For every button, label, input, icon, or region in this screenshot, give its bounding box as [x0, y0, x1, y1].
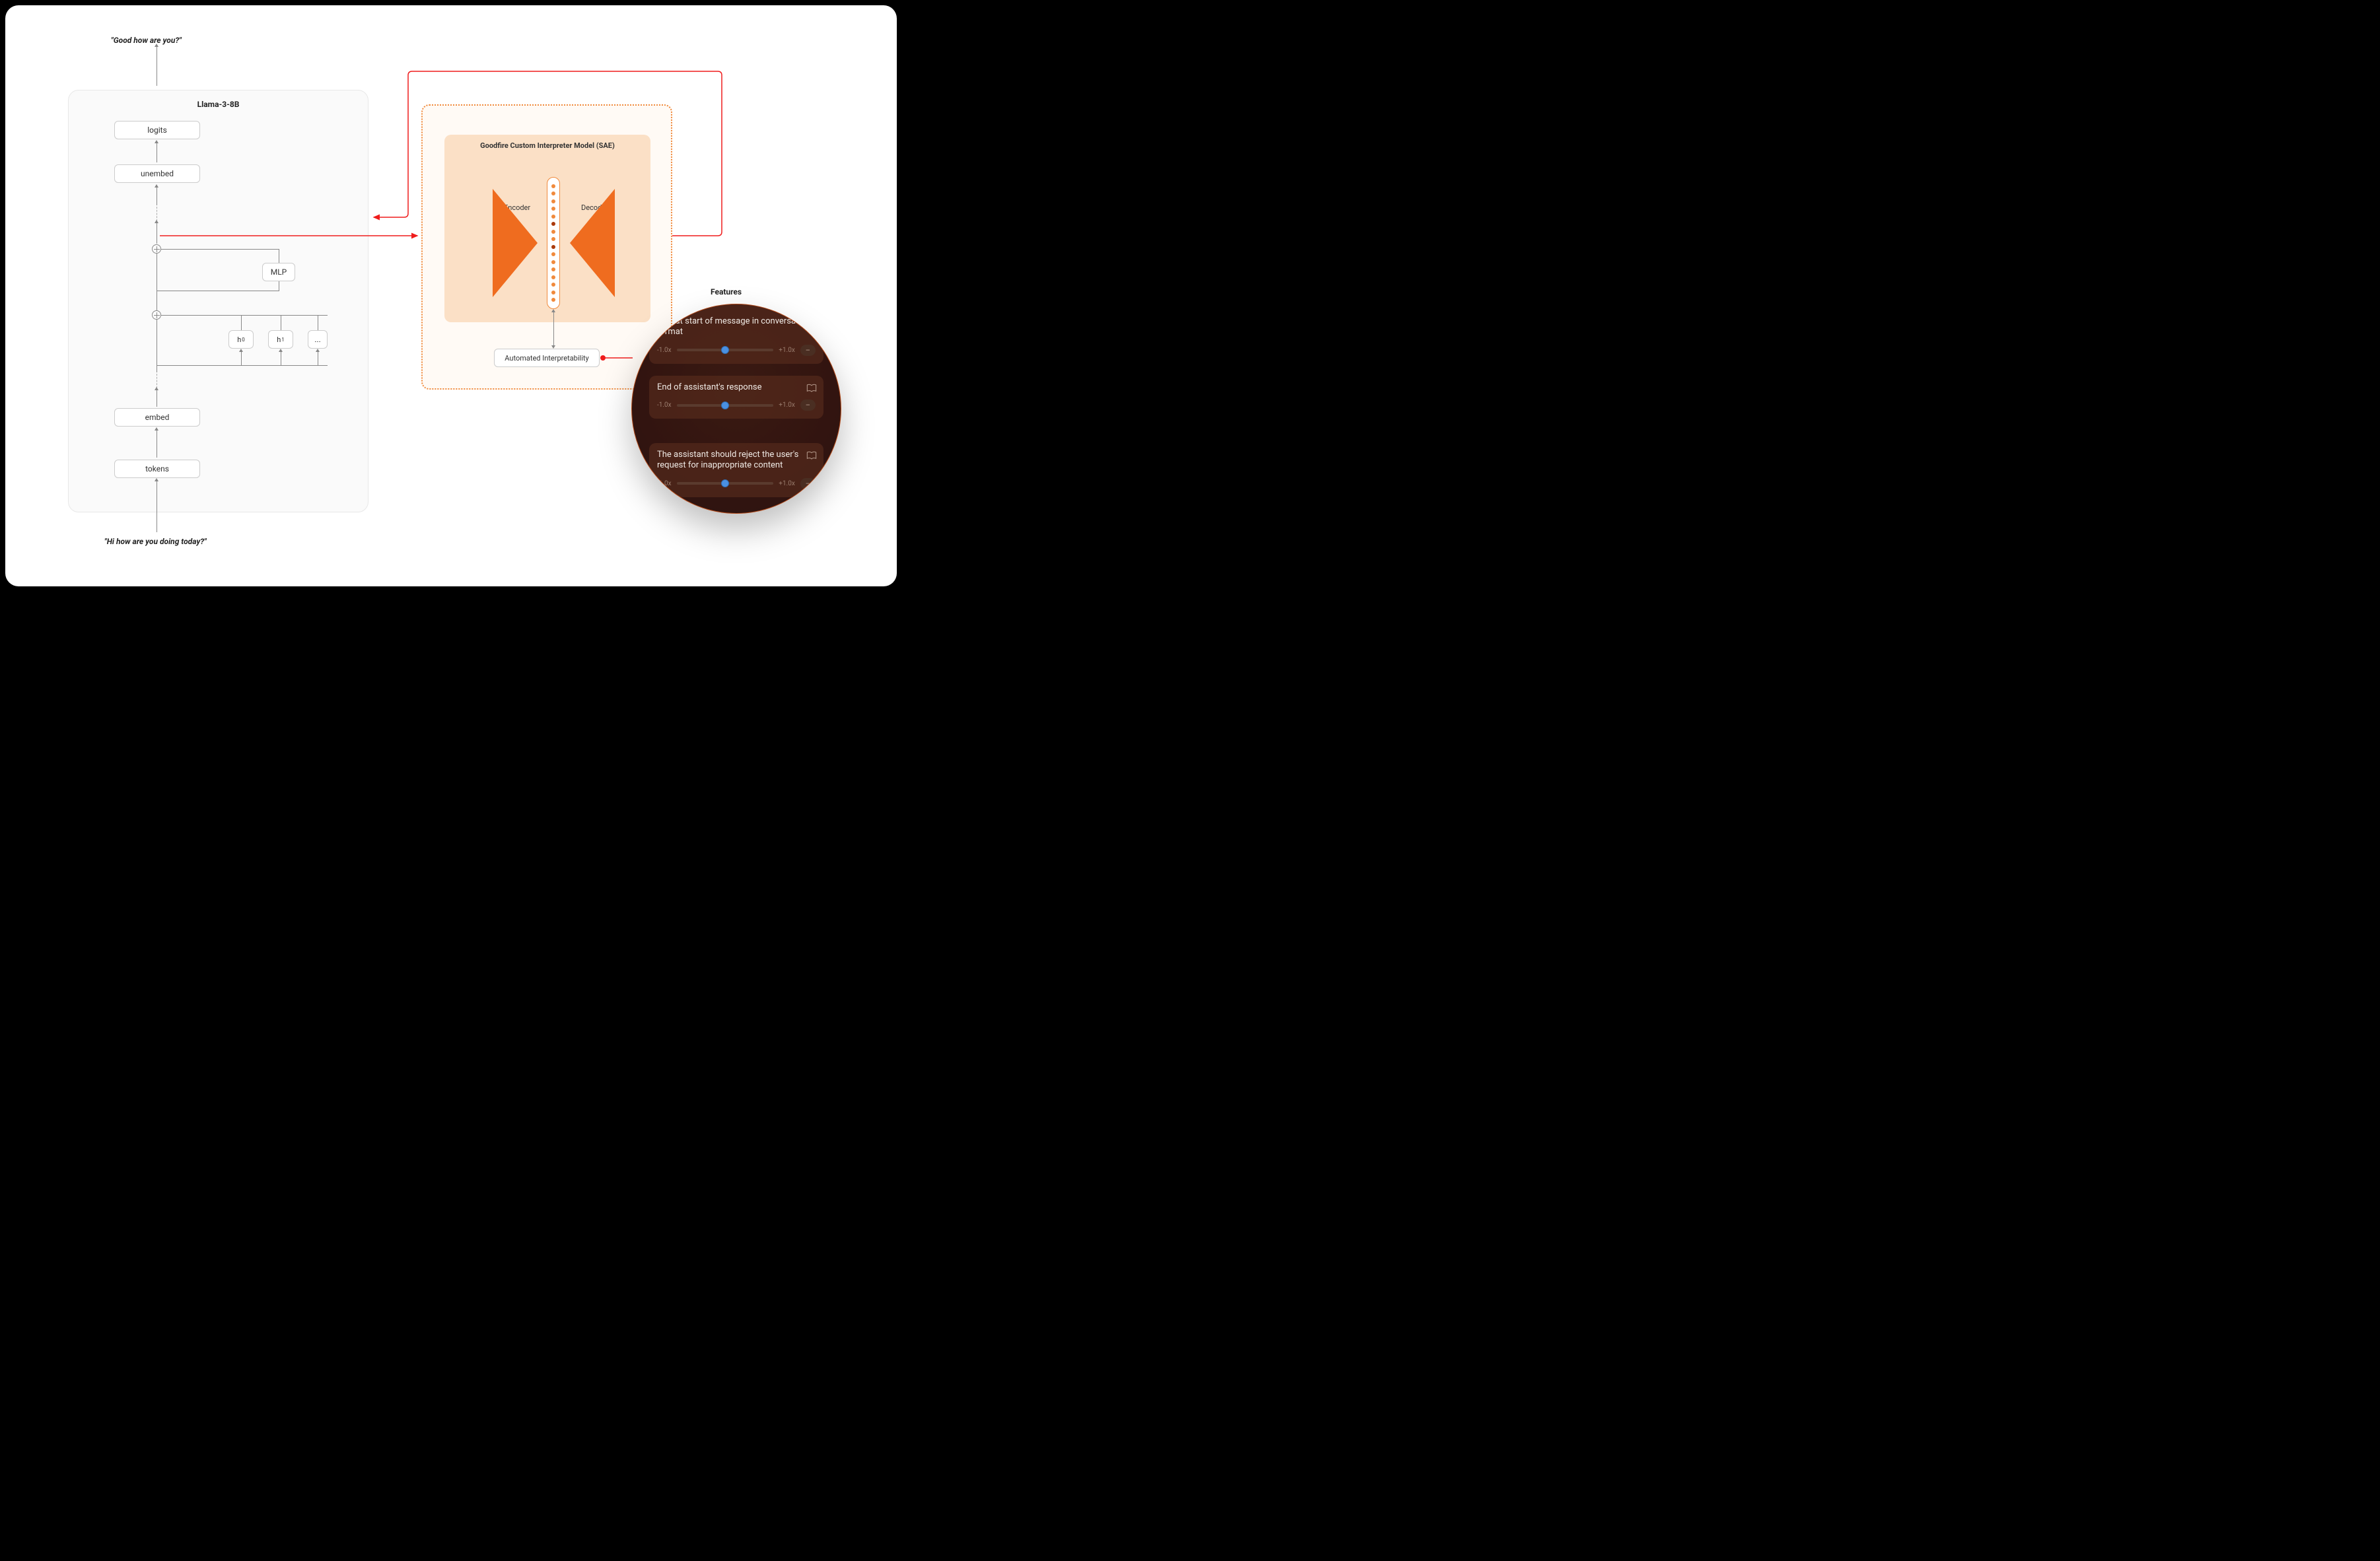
input-text: "Hi how are you doing today?" — [104, 537, 207, 546]
h1-sub: 1 — [281, 337, 285, 343]
h-more-box: ... — [308, 330, 328, 349]
slider-min-label: -1.0x — [657, 347, 672, 354]
model-title: Llama-3-8B — [69, 100, 368, 109]
slider-pill[interactable]: – — [800, 478, 816, 489]
feature-dot — [551, 237, 555, 241]
feature-dot — [551, 199, 555, 203]
slider-track[interactable] — [677, 404, 774, 407]
features-heading: Features — [711, 287, 742, 296]
h0-rise — [241, 351, 242, 365]
slider-thumb[interactable] — [721, 401, 729, 409]
h1-box: h1 — [268, 330, 293, 349]
feature-title: ...ne at start of message in conversatio… — [657, 316, 816, 338]
slider-min-label: -1.0x — [657, 480, 672, 487]
feature-slider[interactable]: -1.0x +1.0x – — [657, 345, 816, 356]
feature-dot — [551, 207, 555, 211]
residual-add-2 — [152, 310, 161, 320]
h0-drop — [241, 315, 242, 330]
book-icon[interactable] — [806, 384, 817, 393]
feature-dot — [551, 252, 555, 256]
feature-dot — [551, 191, 555, 195]
feature-title: End of assistant's response — [657, 382, 816, 393]
logits-box: logits — [114, 121, 200, 139]
slider-max-label: +1.0x — [779, 401, 795, 409]
slider-max-label: +1.0x — [779, 347, 795, 354]
slider-min-label: -1.0x — [657, 401, 672, 409]
feature-dot — [551, 184, 555, 188]
residual-add-1 — [152, 244, 161, 254]
slider-max-label: +1.0x — [779, 480, 795, 487]
feature-dot — [551, 283, 555, 287]
feature-dot-active — [551, 222, 555, 226]
feature-dot — [551, 230, 555, 234]
feature-slider[interactable]: -1.0x +1.0x – — [657, 478, 816, 489]
attn-in-line — [157, 365, 328, 366]
feature-dot — [551, 215, 555, 219]
feature-slider[interactable]: -1.0x +1.0x – — [657, 399, 816, 411]
slider-pill[interactable]: – — [800, 345, 816, 356]
automated-interpretability-box: Automated Interpretability — [494, 349, 600, 367]
mlp-box: MLP — [262, 263, 295, 281]
slider-thumb[interactable] — [721, 346, 729, 354]
diagram-canvas: "Good how are you?" "Hi how are you doin… — [5, 5, 897, 586]
model-panel: Llama-3-8B — [68, 90, 368, 512]
book-icon[interactable] — [806, 307, 817, 316]
feature-card[interactable]: The assistant should reject the user's r… — [649, 443, 823, 497]
encoder-triangle — [493, 189, 538, 297]
sae-title: Goodfire Custom Interpreter Model (SAE) — [444, 141, 650, 150]
feature-dot — [551, 291, 555, 295]
h0-sub: 0 — [242, 337, 245, 343]
feature-title: The assistant should reject the user's r… — [657, 450, 816, 471]
arrow-to-autoint — [553, 312, 554, 346]
feature-dot-active — [551, 245, 555, 249]
mlp-out-line — [161, 249, 279, 250]
features-viewport: ...ne at start of message in conversatio… — [631, 304, 841, 514]
feature-dot — [551, 260, 555, 264]
feature-card[interactable]: End of assistant's response -1.0x +1.0x … — [649, 376, 823, 419]
h0-box: h0 — [228, 330, 254, 349]
embed-box: embed — [114, 408, 200, 427]
feature-dot — [551, 298, 555, 302]
book-icon[interactable] — [806, 451, 817, 460]
h0-label: h — [237, 335, 241, 344]
feature-card[interactable]: ...ne at start of message in conversatio… — [649, 304, 823, 364]
feature-dot — [551, 267, 555, 271]
decoder-triangle — [570, 189, 615, 297]
h1-label: h — [277, 335, 281, 344]
feature-dot — [551, 275, 555, 279]
slider-track[interactable] — [677, 482, 774, 485]
output-text: "Good how are you?" — [111, 36, 182, 45]
attn-out-line — [161, 315, 328, 316]
tokens-box: tokens — [114, 460, 200, 478]
feature-dots-column — [547, 177, 560, 309]
slider-pill[interactable]: – — [800, 399, 816, 411]
slider-track[interactable] — [677, 349, 774, 351]
unembed-box: unembed — [114, 164, 200, 183]
slider-thumb[interactable] — [721, 479, 729, 487]
